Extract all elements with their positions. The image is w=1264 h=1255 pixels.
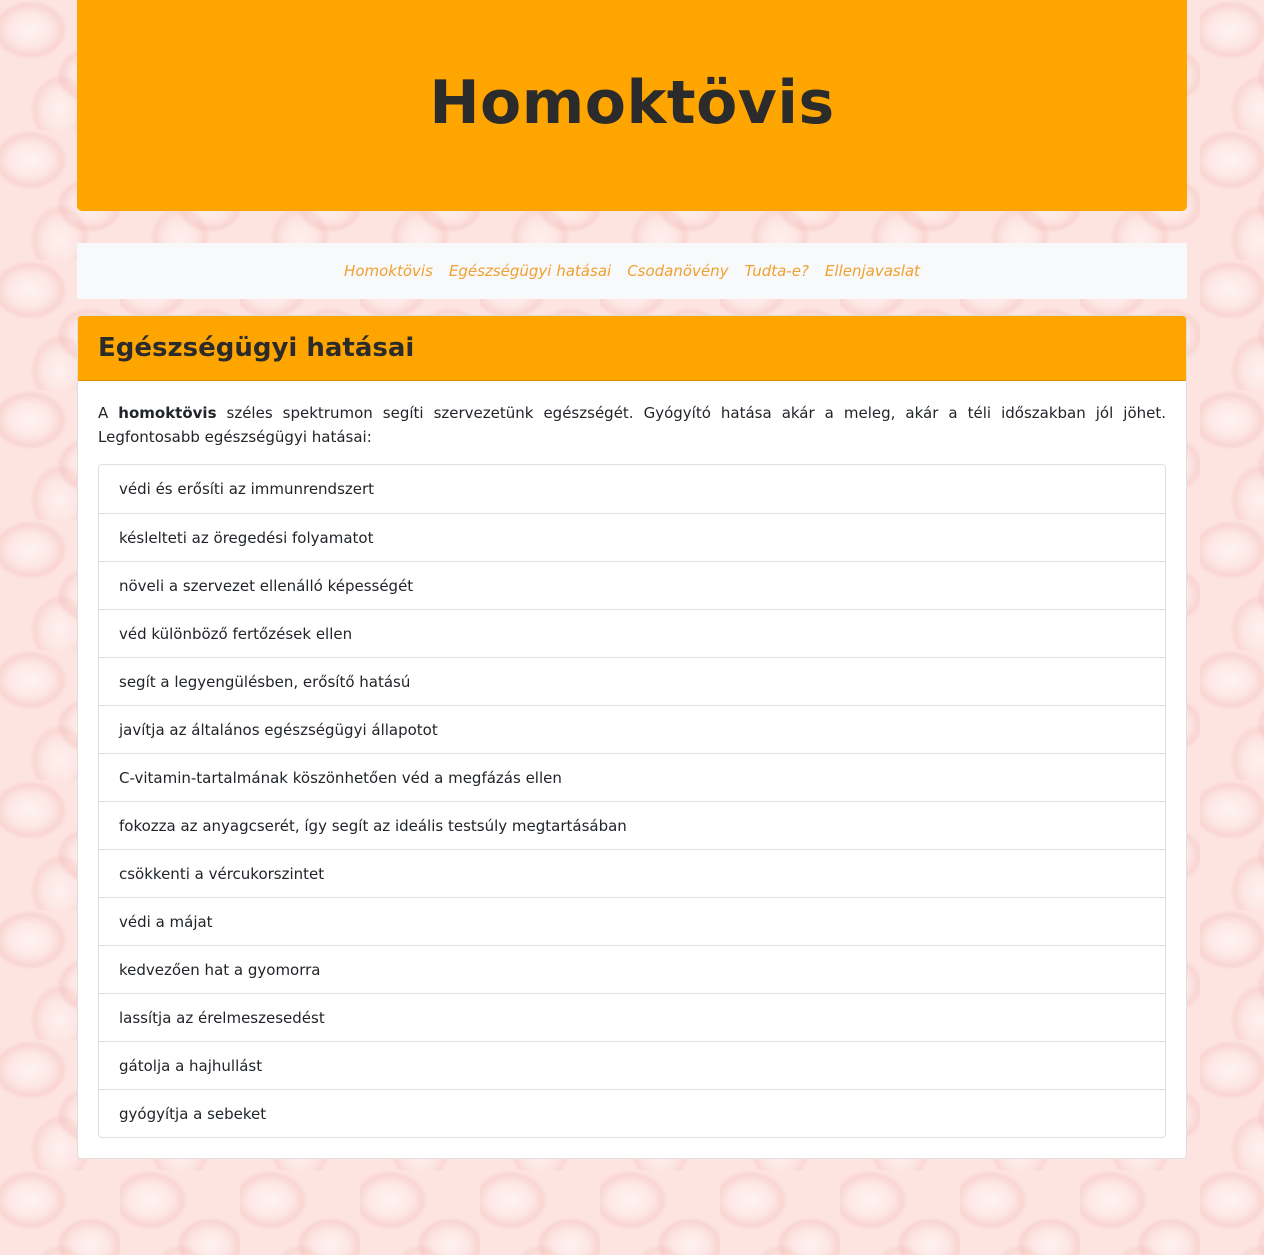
list-item: csökkenti a vércukorszintet (99, 849, 1165, 897)
nav-link-ellenjavaslat[interactable]: Ellenjavaslat (817, 262, 928, 280)
list-item: védi a májat (99, 897, 1165, 945)
list-item: lassítja az érelmeszesedést (99, 993, 1165, 1041)
intro-bold-term: homoktövis (118, 404, 217, 422)
page-title: Homoktövis (429, 68, 835, 138)
list-item: kedvezően hat a gyomorra (99, 945, 1165, 993)
list-item: javítja az általános egészségügyi állapo… (99, 705, 1165, 753)
list-item: növeli a szervezet ellenálló képességét (99, 561, 1165, 609)
list-item: gyógyítja a sebeket (99, 1089, 1165, 1137)
list-item: fokozza az anyagcserét, így segít az ide… (99, 801, 1165, 849)
list-item: védi és erősíti az immunrendszert (119, 480, 375, 498)
card-title: Egészségügyi hatásai (98, 333, 415, 363)
list-item: C-vitamin-tartalmának köszönhetően véd a… (99, 753, 1165, 801)
intro-paragraph: A homoktövis széles spektrumon segíti sz… (98, 401, 1166, 449)
list-item: véd különböző fertőzések ellen (99, 609, 1165, 657)
nav-link-egeszsegugyi-hatasai[interactable]: Egészségügyi hatásai (441, 262, 619, 280)
card-header: Egészségügyi hatásai (78, 316, 1186, 381)
intro-text: széles spektrumon segíti szervezetünk eg… (98, 404, 1167, 446)
effects-list: védi és erősíti az immunrendszert késlel… (98, 464, 1166, 1138)
nav-link-homoktovis[interactable]: Homoktövis (336, 262, 441, 280)
nav-link-tudta-e[interactable]: Tudta-e? (737, 262, 817, 280)
list-item: késlelteti az öregedési folyamatot (99, 513, 1165, 561)
intro-prefix: A (98, 404, 119, 422)
list-item: gátolja a hajhullást (99, 1041, 1165, 1089)
nav-link-csodanoveny[interactable]: Csodanövény (619, 262, 736, 280)
main-nav: Homoktövis Egészségügyi hatásai Csodanöv… (77, 243, 1187, 299)
header-banner: Homoktövis (77, 0, 1187, 211)
health-effects-card: Egészségügyi hatásai A homoktövis széles… (77, 315, 1187, 1159)
page-container: Homoktövis Homoktövis Egészségügyi hatás… (77, 0, 1187, 1159)
list-item: segít a legyengülésben, erősítő hatású (99, 657, 1165, 705)
card-body: A homoktövis széles spektrumon segíti sz… (78, 381, 1186, 1158)
